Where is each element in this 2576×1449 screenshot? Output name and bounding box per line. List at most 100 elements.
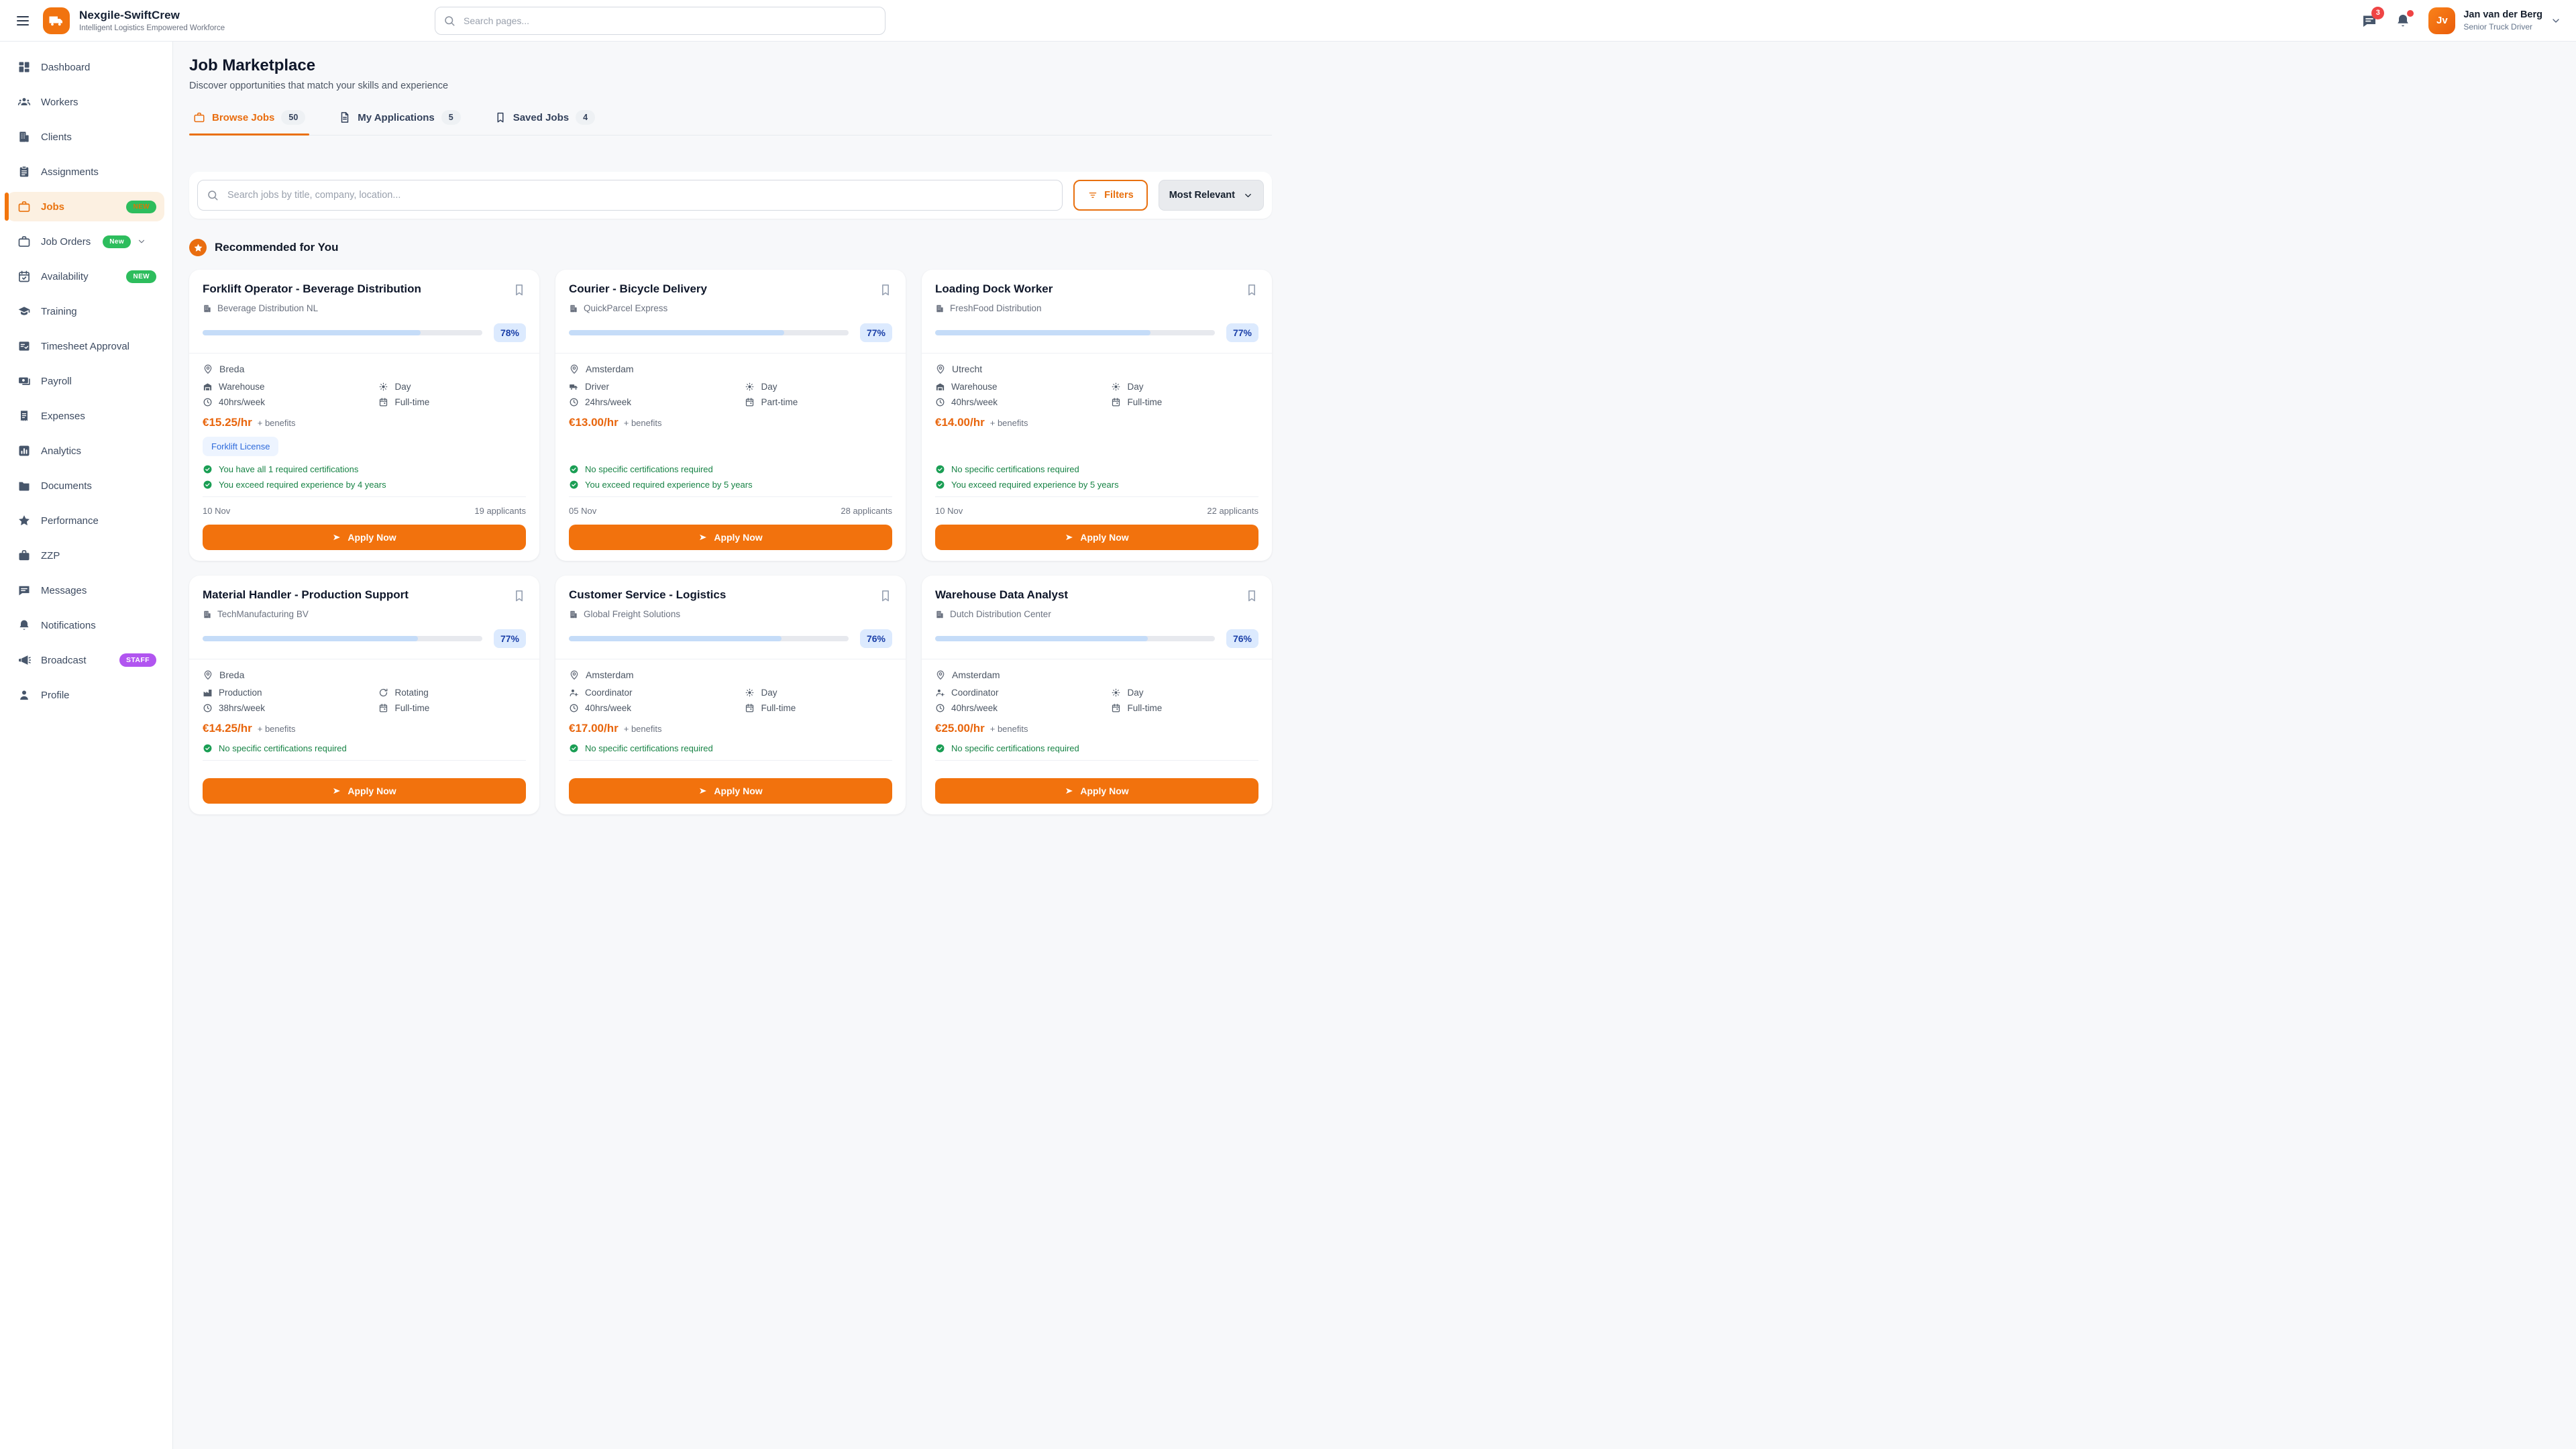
bookmark-icon[interactable]	[1245, 283, 1258, 297]
search-toolbar: Filters Most Relevant	[189, 172, 1272, 219]
calendar-icon	[1111, 703, 1121, 713]
sidebar-item-expenses[interactable]: Expenses	[7, 401, 164, 431]
filters-label: Filters	[1104, 190, 1134, 201]
sidebar-item-performance[interactable]: Performance	[7, 506, 164, 535]
menu-icon[interactable]	[15, 13, 31, 29]
check-circle-icon	[935, 464, 945, 474]
sidebar-item-messages[interactable]: Messages	[7, 576, 164, 605]
sidebar-item-zzp[interactable]: ZZP	[7, 541, 164, 570]
recommended-star-badge	[189, 239, 207, 256]
sidebar-item-notifications[interactable]: Notifications	[7, 610, 164, 640]
job-search	[197, 180, 1063, 211]
qualification-check: No specific certifications required	[569, 743, 892, 753]
job-company: QuickParcel Express	[569, 303, 892, 313]
match-progress: 77%	[569, 323, 892, 342]
app-title: Nexgile-SwiftCrew	[79, 9, 180, 21]
job-location: Utrecht	[935, 364, 1258, 374]
check-circle-icon	[935, 480, 945, 490]
job-hours: 40hrs/week	[203, 397, 372, 407]
rate-amount: €15.25/hr	[203, 416, 252, 429]
apply-now-button[interactable]: Apply Now	[569, 525, 892, 550]
apply-now-button[interactable]: Apply Now	[203, 525, 526, 550]
sidebar-item-assignments[interactable]: Assignments	[7, 157, 164, 186]
sort-select[interactable]: Most Relevant	[1158, 180, 1264, 211]
sidebar-item-label: Analytics	[41, 445, 82, 457]
sidebar-item-clients[interactable]: Clients	[7, 122, 164, 152]
job-location: Amsterdam	[935, 669, 1258, 680]
job-details: Driver Day 24hrs/week Part-time	[569, 382, 892, 407]
calendar-icon	[378, 703, 388, 713]
sidebar-item-job-orders[interactable]: Job Orders New	[7, 227, 164, 256]
sidebar-item-payroll[interactable]: Payroll	[7, 366, 164, 396]
filters-button[interactable]: Filters	[1073, 180, 1148, 211]
sidebar-item-broadcast[interactable]: Broadcast STAFF	[7, 645, 164, 675]
brand: Nexgile-SwiftCrew Intelligent Logistics …	[43, 7, 225, 34]
users-icon	[17, 95, 31, 109]
sidebar-item-timesheet-approval[interactable]: Timesheet Approval	[7, 331, 164, 361]
avatar: Jv	[2428, 7, 2456, 34]
briefcase-icon	[17, 200, 31, 213]
user-icon	[17, 688, 31, 702]
tab-saved-jobs[interactable]: Saved Jobs 4	[490, 109, 599, 135]
bookmark-icon[interactable]	[879, 283, 892, 297]
job-hours: 40hrs/week	[935, 703, 1104, 713]
calendar-icon	[1111, 397, 1121, 407]
app-logo	[43, 7, 70, 34]
sidebar-item-label: Profile	[41, 689, 70, 701]
sidebar-item-training[interactable]: Training	[7, 297, 164, 326]
sidebar-item-documents[interactable]: Documents	[7, 471, 164, 500]
messages-button[interactable]: 3	[2361, 6, 2385, 29]
job-search-input[interactable]	[197, 180, 1063, 211]
job-card-body: Utrecht Warehouse Day 40hrs/week Full-ti…	[922, 353, 1272, 495]
location-name: Utrecht	[952, 364, 983, 374]
tab-bar: Browse Jobs 50 My Applications 5 Saved J…	[189, 109, 1272, 136]
bookmark-icon[interactable]	[513, 589, 526, 602]
search-icon	[443, 15, 455, 27]
clipboard-icon	[17, 165, 31, 178]
posted-date: 05 Nov	[569, 506, 597, 516]
sidebar-item-analytics[interactable]: Analytics	[7, 436, 164, 466]
qualification-check: No specific certifications required	[569, 464, 892, 474]
job-company: TechManufacturing BV	[203, 609, 526, 619]
apply-now-button[interactable]: Apply Now	[935, 778, 1258, 804]
match-progress: 77%	[935, 323, 1258, 342]
job-card-footer: 10 Nov 22 applicants Apply Now	[922, 495, 1272, 561]
match-percent-badge: 77%	[1226, 323, 1258, 342]
job-details: Warehouse Day 40hrs/week Full-time	[935, 382, 1258, 407]
job-card-body: Amsterdam Driver Day 24hrs/week Part-tim…	[555, 353, 906, 495]
job-details: Coordinator Day 40hrs/week Full-time	[935, 688, 1258, 713]
sidebar-item-dashboard[interactable]: Dashboard	[7, 52, 164, 82]
job-tags: Forklift License	[203, 437, 526, 456]
sidebar-item-jobs[interactable]: Jobs NEW	[5, 192, 164, 221]
job-rate: €14.25/hr + benefits	[203, 722, 526, 735]
sort-value: Most Relevant	[1169, 190, 1235, 201]
sidebar-item-profile[interactable]: Profile	[7, 680, 164, 710]
match-progress: 78%	[203, 323, 526, 342]
job-card-header: Loading Dock Worker FreshFood Distributi…	[922, 270, 1272, 353]
file-text-icon	[339, 111, 351, 123]
bookmark-icon[interactable]	[513, 283, 526, 297]
global-search-input[interactable]	[435, 6, 885, 35]
sidebar-item-availability[interactable]: Availability NEW	[7, 262, 164, 291]
job-type: Full-time	[378, 703, 526, 713]
apply-now-button[interactable]: Apply Now	[935, 525, 1258, 550]
applicants-count: 28 applicants	[841, 506, 892, 516]
bookmark-icon[interactable]	[879, 589, 892, 602]
receipt-icon	[17, 409, 31, 423]
job-rate: €13.00/hr + benefits	[569, 416, 892, 429]
map-pin-icon	[569, 669, 580, 680]
job-shift: Day	[745, 688, 892, 698]
user-menu[interactable]: Jv Jan van der Berg Senior Truck Driver	[2428, 7, 2561, 34]
tab-browse-jobs[interactable]: Browse Jobs 50	[189, 109, 310, 136]
sidebar-item-workers[interactable]: Workers	[7, 87, 164, 117]
tab-label: Browse Jobs	[212, 111, 275, 123]
apply-now-button[interactable]: Apply Now	[203, 778, 526, 804]
tab-my-applications[interactable]: My Applications 5	[335, 109, 464, 135]
job-category: Production	[203, 688, 372, 698]
job-location: Breda	[203, 669, 526, 680]
bookmark-icon[interactable]	[1245, 589, 1258, 602]
sidebar-item-label: Job Orders	[41, 235, 91, 248]
apply-now-button[interactable]: Apply Now	[569, 778, 892, 804]
job-qualification-checks: No specific certifications required	[203, 735, 526, 759]
notifications-button[interactable]	[2395, 9, 2414, 29]
